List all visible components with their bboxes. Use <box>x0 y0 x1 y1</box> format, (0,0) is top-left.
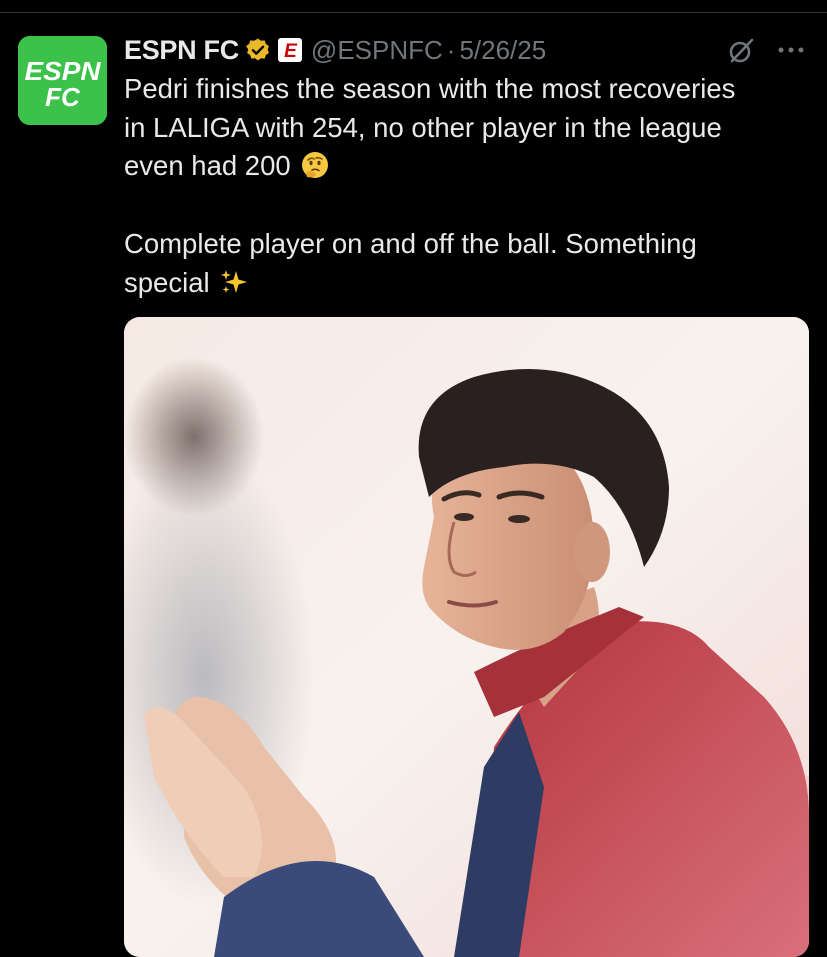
tweet-text-line-text: even had 200 <box>124 150 291 182</box>
tweet-text-line: special <box>124 264 814 303</box>
sparkles-emoji <box>221 269 248 293</box>
grok-icon[interactable] <box>726 36 756 66</box>
author-display-name[interactable]: ESPN FC <box>124 35 239 66</box>
verified-badge-icon[interactable] <box>245 37 271 63</box>
tweet-media-photo[interactable] <box>124 317 809 957</box>
avatar-logo-bottom: FC <box>45 82 81 112</box>
tweet-text-line: Complete player on and off the ball. Som… <box>124 227 697 259</box>
tweet-text-line: Pedri finishes the season with the most … <box>124 73 736 104</box>
thinking-face-emoji <box>302 152 329 179</box>
tweet-text-line: even had 200 <box>124 147 814 186</box>
top-divider <box>0 0 827 13</box>
tweet-text-line-text: special <box>124 266 210 298</box>
tweet-text: Pedri finishes the season with the most … <box>124 70 814 302</box>
author-handle[interactable]: @ESPNFC <box>311 35 443 66</box>
tweet-header: ESPN FC E @ESPNFC · 5/26/25 <box>124 30 546 70</box>
affiliate-badge-letter: E <box>284 41 298 62</box>
header-separator: · <box>446 34 456 65</box>
more-options-icon[interactable] <box>776 38 806 62</box>
tweet-date[interactable]: 5/26/25 <box>459 35 546 66</box>
author-avatar[interactable]: ESPN FC <box>18 36 107 125</box>
affiliate-badge-icon[interactable]: E <box>277 37 303 63</box>
tweet-text-line: in LALIGA with 254, no other player in t… <box>124 111 722 143</box>
